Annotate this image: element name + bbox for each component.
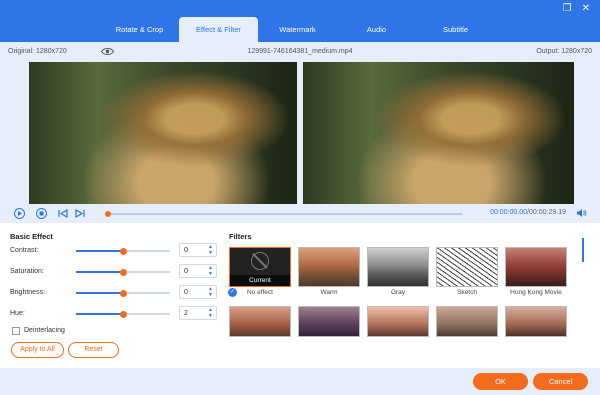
cancel-button[interactable]: Cancel	[533, 373, 588, 390]
progress-handle[interactable]	[105, 210, 111, 217]
brightness-value: 0	[184, 289, 188, 296]
hue-stepper[interactable]: 2 ▲ ▼	[179, 306, 217, 320]
original-video-frame	[29, 62, 297, 204]
brightness-label: Brightness:	[10, 289, 46, 296]
restore-icon[interactable]: ❐	[563, 3, 572, 14]
reset-button[interactable]: Reset	[68, 342, 119, 358]
contrast-fill	[76, 250, 123, 252]
saturation-fill	[76, 271, 123, 273]
filter-no-effect[interactable]: Current	[229, 247, 291, 287]
tab-rotate-crop[interactable]: Rotate & Crop	[100, 17, 179, 42]
player-bar: 00:00:00.00/00:00:29.19	[0, 204, 600, 223]
output-video-frame	[303, 62, 574, 204]
contrast-row: Contrast: 0 ▲ ▼	[10, 243, 217, 259]
current-label: Current	[230, 275, 290, 286]
no-effect-icon	[251, 252, 269, 270]
progress-bar[interactable]	[105, 210, 462, 217]
filter-warm[interactable]	[298, 247, 360, 287]
stepper-arrows-icon[interactable]: ▲ ▼	[208, 265, 213, 277]
ok-button[interactable]: OK	[473, 373, 528, 390]
filter-name: Hong Kong Movie	[510, 289, 562, 296]
title-bar: Rotate & Crop Effect & Filter Watermark …	[0, 0, 600, 42]
saturation-label: Saturation:	[10, 268, 44, 275]
filter-hong-kong-movie[interactable]	[505, 247, 567, 287]
current-time: 00:00:00.00	[490, 209, 528, 216]
next-frame-icon[interactable]	[75, 209, 85, 218]
filter-name: Warm	[320, 289, 338, 296]
filter-thumbnail[interactable]	[367, 306, 429, 337]
file-name: 129991-746164381_medium.mp4	[247, 48, 353, 55]
hue-handle[interactable]	[119, 310, 127, 318]
filter-gray[interactable]	[367, 247, 429, 287]
hue-value: 2	[184, 310, 188, 317]
saturation-stepper[interactable]: 0 ▲ ▼	[179, 264, 217, 278]
tab-effect-filter[interactable]: Effect & Filter	[179, 17, 258, 42]
footer-bar: OK Cancel	[0, 368, 600, 395]
filters-panel: Filters Current ✓ No effect Warm Gray Sk…	[220, 223, 600, 368]
filter-sketch[interactable]	[436, 247, 498, 287]
output-preview	[303, 62, 574, 204]
saturation-row: Saturation: 0 ▲ ▼	[10, 264, 217, 280]
stop-button[interactable]	[36, 208, 47, 219]
saturation-value: 0	[184, 268, 188, 275]
hue-row: Hue: 2 ▲ ▼	[10, 306, 217, 322]
contrast-handle[interactable]	[119, 247, 127, 255]
apply-to-all-button[interactable]: Apply to All	[11, 342, 64, 358]
info-bar: Original: 1280x720 129991-746164381_medi…	[0, 42, 600, 62]
filter-name: Gray	[390, 289, 406, 296]
hue-slider[interactable]	[76, 310, 170, 318]
contrast-label: Contrast:	[10, 247, 39, 254]
play-button[interactable]	[14, 208, 25, 219]
filter-thumbnail[interactable]	[229, 306, 291, 337]
stepper-arrows-icon[interactable]: ▲ ▼	[208, 244, 213, 256]
stop-icon	[39, 211, 44, 216]
total-time: 00:00:29.19	[529, 209, 566, 216]
play-icon	[18, 211, 22, 216]
filter-name: No effect	[247, 289, 273, 296]
basic-effect-panel: Basic Effect Contrast: 0 ▲ ▼ Saturation: 0…	[0, 223, 220, 368]
tab-watermark[interactable]: Watermark	[258, 17, 337, 42]
stepper-arrows-icon[interactable]: ▲ ▼	[208, 286, 213, 298]
filters-title: Filters	[229, 232, 252, 241]
filter-thumbnail[interactable]	[298, 306, 360, 337]
tab-subtitle[interactable]: Subtitle	[416, 17, 495, 42]
brightness-fill	[76, 292, 123, 294]
preview-area	[0, 62, 600, 204]
brightness-handle[interactable]	[119, 289, 127, 297]
checkbox-box[interactable]	[12, 327, 20, 335]
brightness-row: Brightness: 0 ▲ ▼	[10, 285, 217, 301]
hue-label: Hue:	[10, 310, 25, 317]
tab-audio[interactable]: Audio	[337, 17, 416, 42]
time-display: 00:00:00.00/00:00:29.19	[490, 209, 566, 216]
contrast-value: 0	[184, 247, 188, 254]
hue-fill	[76, 313, 123, 315]
filter-thumbnail[interactable]	[436, 306, 498, 337]
original-preview	[29, 62, 297, 204]
saturation-slider[interactable]	[76, 268, 170, 276]
output-resolution: Output: 1280x720	[536, 48, 592, 55]
deinterlacing-label: Deinterlacing	[24, 327, 65, 334]
filters-scrollbar[interactable]	[582, 238, 584, 262]
close-icon[interactable]: ✕	[582, 3, 590, 14]
saturation-handle[interactable]	[119, 268, 127, 276]
brightness-slider[interactable]	[76, 289, 170, 297]
tab-strip: Rotate & Crop Effect & Filter Watermark …	[100, 17, 495, 42]
contrast-stepper[interactable]: 0 ▲ ▼	[179, 243, 217, 257]
basic-effect-title: Basic Effect	[10, 232, 53, 241]
previous-frame-icon[interactable]	[58, 209, 68, 218]
filter-name: Sketch	[457, 289, 477, 296]
contrast-slider[interactable]	[76, 247, 170, 255]
volume-icon[interactable]	[576, 208, 587, 218]
brightness-stepper[interactable]: 0 ▲ ▼	[179, 285, 217, 299]
window-controls: ❐ ✕	[563, 3, 590, 14]
stepper-arrows-icon[interactable]: ▲ ▼	[208, 307, 213, 319]
filter-thumbnail[interactable]	[505, 306, 567, 337]
